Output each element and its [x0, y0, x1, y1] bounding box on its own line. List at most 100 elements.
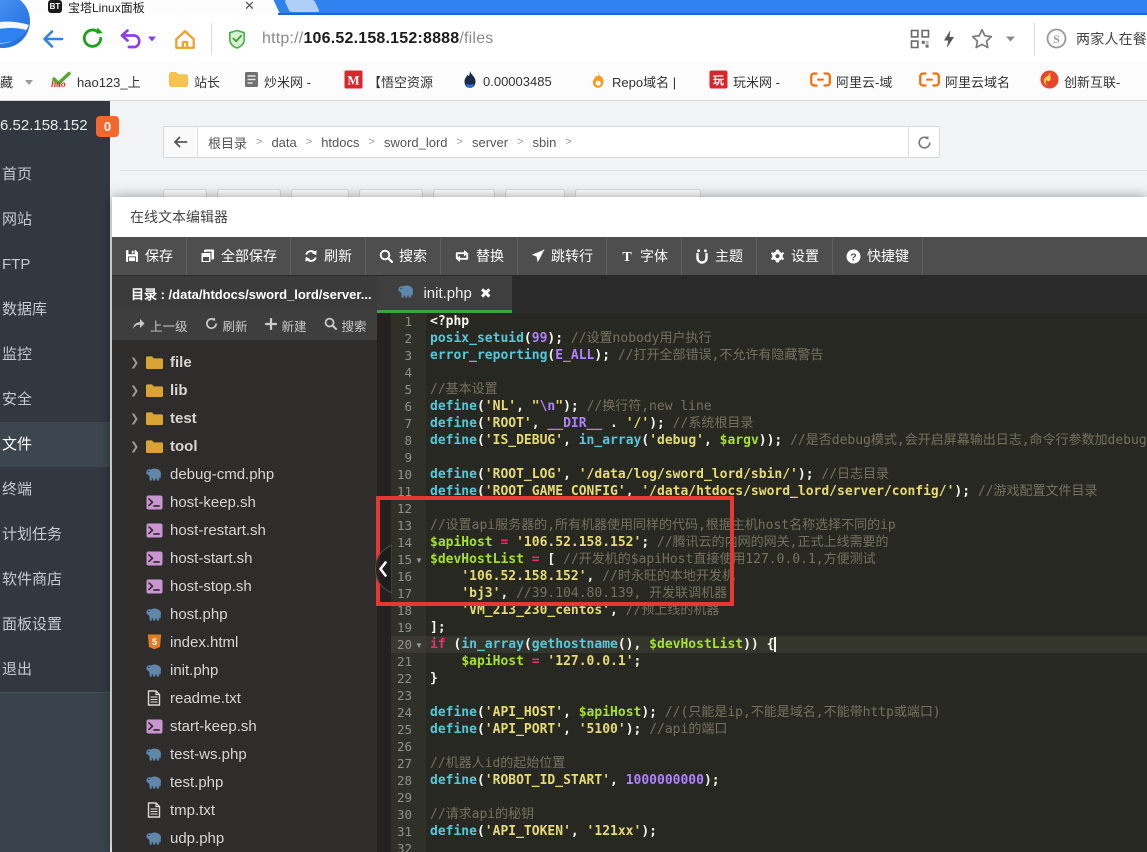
favorite-star-icon[interactable]	[968, 15, 996, 62]
line-number: 19	[391, 619, 412, 636]
sidebar-item-计划任务[interactable]: 计划任务	[0, 512, 110, 557]
bookmark-item[interactable]: 创新互联-	[1040, 62, 1120, 100]
bookmark-item[interactable]: Repo域名 |	[590, 62, 676, 100]
sidebar-item-监控[interactable]: 监控	[0, 332, 110, 377]
tree-folder-test[interactable]: ❯test	[112, 404, 377, 432]
editor-toolbar-settings-gear-button[interactable]: 设置	[757, 237, 833, 275]
sidebar-item-FTP[interactable]: FTP	[0, 242, 110, 287]
server-ip-label: 6.52.158.152	[0, 117, 88, 134]
code-line-5: 5//基本设置	[391, 381, 1147, 398]
tab-close-icon[interactable]: ✕	[244, 0, 255, 14]
bookmark-item[interactable]: haohao123_上	[50, 62, 141, 100]
breadcrumb-segment[interactable]: data	[271, 135, 296, 150]
undo-button[interactable]	[117, 15, 145, 62]
address-bar[interactable]: http://106.52.158.152:8888/files	[262, 15, 494, 62]
home-button[interactable]	[172, 15, 198, 62]
browser-tab[interactable]: BT 宝塔Linux面板 ✕	[0, 0, 273, 15]
php-icon	[144, 606, 164, 623]
breadcrumb-separator: >	[565, 136, 571, 148]
tree-file-host-restart.sh[interactable]: host-restart.sh	[112, 516, 377, 544]
back-button[interactable]	[38, 15, 68, 62]
new-tab-button[interactable]	[284, 0, 320, 12]
toolbar-button-label: 字体	[640, 246, 668, 266]
tab-close-icon[interactable]: ✖	[480, 285, 492, 302]
breadcrumb-segment[interactable]: htdocs	[321, 135, 359, 150]
tree-folder-tool[interactable]: ❯tool	[112, 432, 377, 460]
tree-file-init.php[interactable]: init.php	[112, 656, 377, 684]
tree-file-test.php[interactable]: test.php	[112, 768, 377, 796]
sidebar-item-安全[interactable]: 安全	[0, 377, 110, 422]
bookmark-item[interactable]: 阿里云-域	[810, 62, 892, 100]
bookmark-label: 炒米网 -	[264, 72, 311, 91]
line-number: 9	[391, 449, 412, 466]
tree-item-label: tool	[170, 438, 198, 455]
bookmark-item[interactable]: 炒米网 -	[244, 62, 311, 100]
editor-toolbar-font-button[interactable]: T字体	[607, 237, 682, 275]
editor-toolbar-hotkey-button[interactable]: ?快捷键	[833, 237, 923, 275]
tree-toolbar-search-button[interactable]: 搜索	[324, 316, 367, 335]
php-icon	[144, 466, 164, 483]
sidebar-item-文件[interactable]: 文件	[0, 422, 110, 467]
tree-file-index.html[interactable]: 5index.html	[112, 628, 377, 656]
tree-folder-file[interactable]: ❯file	[112, 348, 377, 376]
bookmark-item[interactable]: 阿里云域名	[919, 62, 1010, 100]
breadcrumb-segment[interactable]: sword_lord	[384, 135, 448, 150]
editor-toolbar-search-button[interactable]: 搜索	[366, 237, 441, 275]
line-number: 8	[391, 432, 412, 449]
lightning-icon[interactable]	[938, 15, 960, 62]
sidebar-header: 6.52.158.152 0	[0, 101, 110, 152]
editor-toolbar-goto-line-button[interactable]: 跳转行	[518, 237, 607, 275]
sidebar-item-网站[interactable]: 网站	[0, 197, 110, 242]
editor-tab-init-php[interactable]: init.php ✖	[377, 276, 512, 313]
browser-logo-icon[interactable]	[0, 0, 32, 52]
editor-toolbar-save-all-button[interactable]: 全部保存	[187, 237, 291, 275]
svg-text:S: S	[1053, 32, 1060, 46]
editor-tab-bar: init.php ✖	[377, 276, 1147, 313]
tree-toolbar-plus-button[interactable]: 新建	[265, 316, 307, 335]
m-red-icon: M	[344, 70, 363, 92]
bookmark-item[interactable]: 站长	[168, 62, 220, 100]
editor-toolbar-theme-button[interactable]: 主题	[682, 237, 757, 275]
refresh-button[interactable]	[77, 15, 107, 62]
tree-file-start-keep.sh[interactable]: start-keep.sh	[112, 712, 377, 740]
tree-toolbar-up-level-button[interactable]: 上一级	[132, 316, 188, 335]
dropdown-caret-icon[interactable]	[1002, 15, 1018, 62]
breadcrumb-segment[interactable]: server	[472, 135, 508, 150]
bookmark-item[interactable]: 藏	[0, 62, 34, 100]
tree-folder-lib[interactable]: ❯lib	[112, 376, 377, 404]
tree-file-host-stop.sh[interactable]: host-stop.sh	[112, 572, 377, 600]
tree-file-udp.php[interactable]: udp.php	[112, 824, 377, 852]
tree-file-readme.txt[interactable]: readme.txt	[112, 684, 377, 712]
tree-file-host-start.sh[interactable]: host-start.sh	[112, 544, 377, 572]
editor-toolbar-save-button[interactable]: 保存	[112, 237, 187, 275]
sidebar-item-数据库[interactable]: 数据库	[0, 287, 110, 332]
tree-file-test-ws.php[interactable]: test-ws.php	[112, 740, 377, 768]
sidebar-item-退出[interactable]: 退出	[0, 647, 110, 692]
sidebar-item-终端[interactable]: 终端	[0, 467, 110, 512]
tree-toolbar-label: 新建	[282, 316, 307, 335]
tree-toolbar-refresh-button[interactable]: 刷新	[205, 316, 248, 335]
editor-toolbar-replace-button[interactable]: 替换	[441, 237, 518, 275]
breadcrumb-segment[interactable]: sbin	[533, 135, 557, 150]
tree-file-host-keep.sh[interactable]: host-keep.sh	[112, 488, 377, 516]
tree-file-debug-cmd.php[interactable]: debug-cmd.php	[112, 460, 377, 488]
sogou-icon[interactable]: S	[1044, 15, 1068, 62]
bookmark-item[interactable]: 玩玩米网 -	[709, 62, 780, 100]
breadcrumb-segment[interactable]: 根目录	[208, 133, 247, 152]
path-refresh-button[interactable]	[908, 127, 939, 157]
code-line-22: 22}	[391, 670, 1147, 687]
sidebar-item-软件商店[interactable]: 软件商店	[0, 557, 110, 602]
fold-arrow-icon[interactable]: ▼	[415, 637, 423, 654]
tree-file-host.php[interactable]: host.php	[112, 600, 377, 628]
editor-toolbar-refresh-button[interactable]: 刷新	[291, 237, 366, 275]
tree-file-tmp.txt[interactable]: tmp.txt	[112, 796, 377, 824]
sidebar-item-首页[interactable]: 首页	[0, 152, 110, 197]
tree-collapse-handle[interactable]	[375, 544, 392, 594]
bookmark-item[interactable]: M【悟空资源	[344, 62, 433, 100]
back-arrow-button[interactable]	[164, 127, 198, 157]
qrcode-icon[interactable]	[908, 15, 932, 62]
undo-dropdown-caret[interactable]	[145, 15, 159, 62]
bookmark-item[interactable]: 0.00003485	[462, 62, 552, 100]
sidebar-item-面板设置[interactable]: 面板设置	[0, 602, 110, 647]
site-safety-shield-icon[interactable]	[226, 15, 248, 62]
